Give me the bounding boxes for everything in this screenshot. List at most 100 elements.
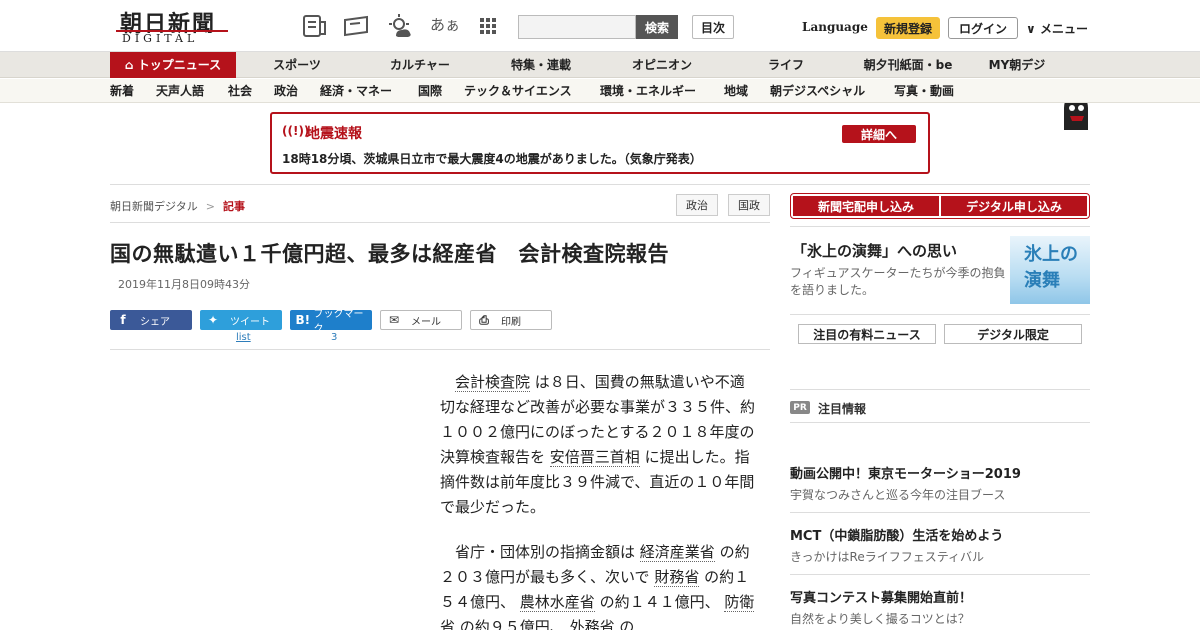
hatena-icon: B! — [295, 313, 311, 327]
toc-button[interactable]: 目次 — [692, 15, 734, 39]
subnav-international[interactable]: 国際 — [418, 79, 442, 103]
breadcrumb: 朝日新聞デジタル > 記事 — [110, 198, 245, 214]
subscribe-paper-button[interactable]: 新聞宅配申し込み — [793, 196, 939, 216]
article-headline: 国の無駄遣い１千億円超、最多は経産省 会計検査院報告 — [110, 242, 669, 266]
divider — [790, 422, 1090, 423]
nav-my-asahi[interactable]: MY朝デジ — [984, 52, 1050, 78]
article-date: 2019年11月8日09時43分 — [118, 278, 250, 291]
earthquake-alert[interactable]: ((!)) 地震速報 詳細へ 18時18分頃、茨城県日立市で最大震度4の地震があ… — [270, 112, 930, 174]
keyword-link[interactable]: 安倍晋三首相 — [549, 448, 640, 467]
paragraph-text: 省庁・団体別の指摘金額は — [455, 543, 640, 561]
subscribe-digital-button[interactable]: デジタル申し込み — [941, 196, 1087, 216]
register-button[interactable]: 新規登録 — [876, 17, 940, 39]
nav-features[interactable]: 特集・連載 — [500, 52, 582, 78]
nav-top-news[interactable]: ⌂ トップニュース — [110, 52, 236, 78]
subnav-politics[interactable]: 政治 — [274, 79, 298, 103]
keyword-link[interactable]: 農林水産省 — [519, 593, 595, 612]
ad-subtitle[interactable]: 自然をより美しく撮るコツとは？ — [790, 610, 970, 627]
newspaper-icon[interactable] — [300, 12, 328, 40]
share-label: 印刷 — [501, 316, 521, 328]
facebook-icon: f — [120, 313, 126, 327]
twitter-count[interactable]: list — [236, 332, 251, 343]
sub-nav: 新着 天声人語 社会 政治 経済・マネー 国際 テック＆サイエンス 環境・エネル… — [0, 79, 1200, 103]
ad-title[interactable]: 写真コンテスト募集開始直前！ — [790, 587, 972, 606]
share-label: シェア — [140, 316, 170, 328]
pr-section-title: 注目情報 — [818, 402, 867, 416]
divider — [790, 574, 1090, 575]
paragraph-text: の約１４１億円、 — [594, 593, 725, 611]
search-input[interactable] — [518, 15, 636, 39]
alert-detail-button[interactable]: 詳細へ — [842, 125, 916, 143]
subnav-region[interactable]: 地域 — [724, 79, 748, 103]
keyword-link[interactable]: 財務省 — [654, 568, 700, 587]
subnav-society[interactable]: 社会 — [228, 79, 252, 103]
menu-button[interactable]: ∨ メニュー — [1026, 20, 1088, 37]
print-button[interactable]: ⎙ 印刷 — [470, 310, 552, 330]
search-button[interactable]: 検索 — [636, 15, 678, 39]
home-icon: ⌂ — [124, 58, 138, 72]
breadcrumb-separator: > — [205, 200, 215, 213]
ad-subtitle[interactable]: きっかけはReライフフェスティバル — [790, 548, 984, 565]
subnav-tensei-jingo[interactable]: 天声人語 — [156, 79, 204, 103]
ticket-icon[interactable] — [342, 12, 370, 40]
subnav-tech-science[interactable]: テック＆サイエンス — [464, 79, 572, 103]
promo-image[interactable]: 氷上の演舞 — [1010, 236, 1090, 304]
nav-life[interactable]: ライフ — [756, 52, 816, 78]
tag-politics[interactable]: 政治 — [676, 194, 718, 216]
site-logo-sub[interactable]: DIGITAL — [122, 32, 198, 45]
twitter-share-button[interactable]: ✦ ツイート — [200, 310, 282, 330]
alert-text: 18時18分頃、茨城県日立市で最大震度4の地震がありました。（気象庁発表） — [282, 152, 702, 166]
divider — [790, 389, 1090, 390]
printer-icon: ⎙ — [479, 312, 489, 327]
nav-label: トップニュース — [137, 58, 222, 72]
share-label: ツイート — [230, 316, 270, 328]
menu-label: メニュー — [1039, 22, 1088, 36]
keyword-link[interactable]: 外務省 — [569, 618, 615, 630]
subnav-photo-video[interactable]: 写真・動画 — [894, 79, 954, 103]
tag-national-politics[interactable]: 国政 — [728, 194, 770, 216]
divider — [790, 512, 1090, 513]
subnav-latest[interactable]: 新着 — [110, 79, 134, 103]
subnav-economy[interactable]: 経済・マネー — [320, 79, 392, 103]
site-header: 朝日新聞 DIGITAL あぁ 検索 目次 Language 新規登録 ログイン… — [0, 0, 1200, 52]
article-paragraph: 省庁・団体別の指摘金額は 経済産業省 の約２０３億円が最も多く、次いで 財務省 … — [440, 540, 756, 630]
subnav-special[interactable]: 朝デジスペシャル — [770, 79, 865, 103]
paid-news-tab[interactable]: 注目の有料ニュース — [798, 324, 936, 344]
keyword-link[interactable]: 経済産業省 — [639, 543, 715, 562]
ad-subtitle[interactable]: 宇賀なつみさんと巡る今年の注目ブース — [790, 486, 1005, 503]
ad-title[interactable]: MCT（中鎖脂肪酸）生活を始めよう — [790, 525, 1003, 544]
login-button[interactable]: ログイン — [948, 17, 1018, 39]
chevron-down-icon: ∨ — [1026, 22, 1036, 36]
pr-badge: PR — [790, 401, 810, 414]
grid-menu-icon[interactable] — [474, 12, 502, 40]
promo-image-text: 氷上の演舞 — [1024, 244, 1078, 291]
twitter-icon: ✦ — [207, 313, 219, 327]
font-size-icon[interactable]: あぁ — [430, 14, 460, 35]
keyword-link[interactable]: 会計検査院 — [455, 373, 531, 392]
divider — [110, 349, 770, 350]
digital-only-tab[interactable]: デジタル限定 — [944, 324, 1082, 344]
weather-icon[interactable] — [386, 12, 414, 40]
facebook-share-button[interactable]: f シェア — [110, 310, 192, 330]
divider — [790, 314, 1090, 315]
promo-title[interactable]: 「氷上の演舞」への思い — [792, 240, 957, 261]
subnav-environment[interactable]: 環境・エネルギー — [600, 79, 696, 103]
nav-culture[interactable]: カルチャー — [380, 52, 460, 78]
breadcrumb-home[interactable]: 朝日新聞デジタル — [110, 200, 198, 213]
promo-description: フィギュアスケーターたちが今季の抱負を語りました。 — [790, 266, 1006, 297]
paragraph-text: の — [614, 618, 635, 630]
nav-sports[interactable]: スポーツ — [262, 52, 332, 78]
language-link[interactable]: Language — [802, 20, 868, 34]
hatena-bookmark-button[interactable]: B! ブックマーク — [290, 309, 372, 335]
main-nav: ⌂ トップニュース スポーツ カルチャー 特集・連載 オピニオン ライフ 朝夕刊… — [0, 52, 1200, 130]
divider — [110, 222, 770, 223]
share-label: ブックマーク — [313, 309, 364, 335]
share-label: メール — [411, 316, 441, 328]
mail-share-button[interactable]: ✉ メール — [380, 310, 462, 330]
divider — [790, 226, 1090, 227]
nav-opinion[interactable]: オピニオン — [622, 52, 702, 78]
ad-title[interactable]: 動画公開中！東京モーターショー2019 — [790, 463, 1021, 482]
hatena-count[interactable]: 3 — [331, 332, 337, 343]
nav-paper[interactable]: 朝夕刊紙面・be — [858, 52, 958, 78]
paragraph-text: の約９５億円、 — [455, 618, 570, 630]
